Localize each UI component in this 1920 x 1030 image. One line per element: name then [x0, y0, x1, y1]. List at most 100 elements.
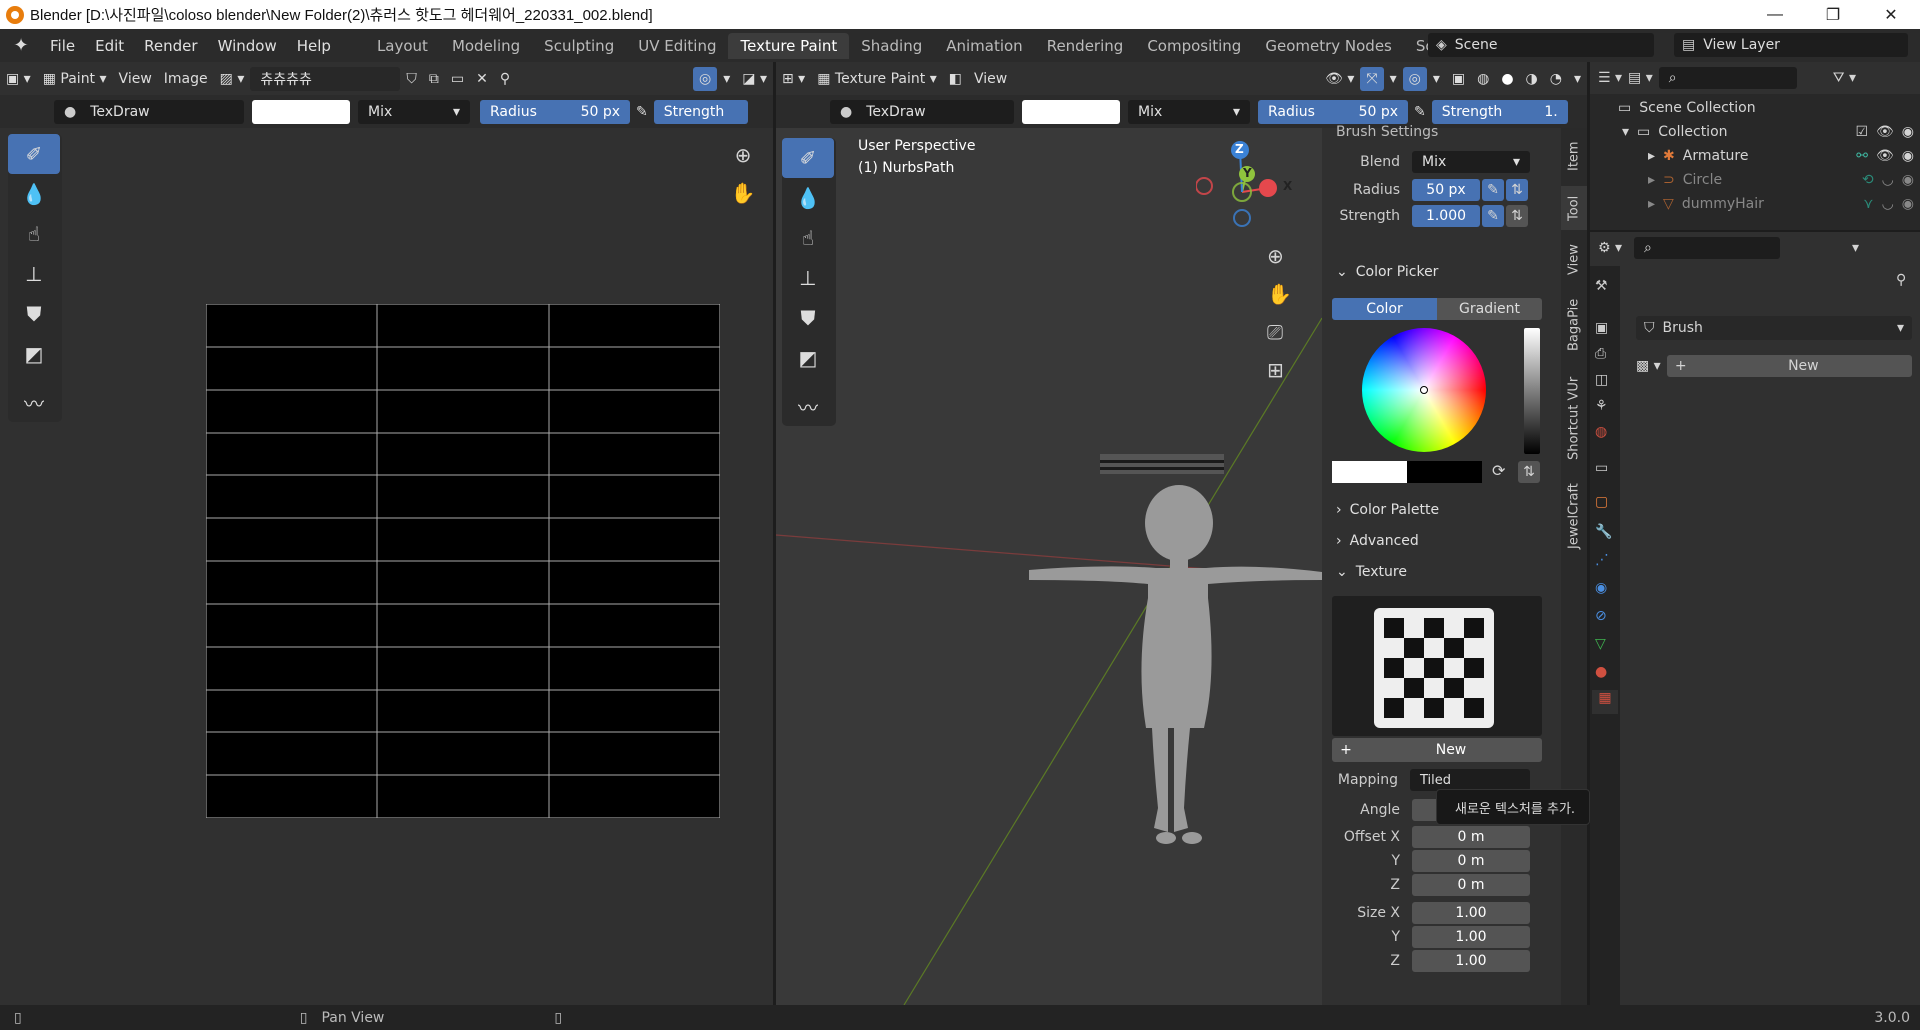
outliner-search-input[interactable]: ⌕: [1658, 67, 1797, 89]
tab-animation[interactable]: Animation: [934, 33, 1034, 59]
texture-tab-icon[interactable]: ▦: [1592, 690, 1618, 714]
texture-image-canvas[interactable]: [206, 304, 720, 818]
navigation-gizmo[interactable]: [1196, 136, 1296, 236]
primary-color-swatch[interactable]: [1332, 461, 1407, 483]
outliner-item-circle[interactable]: ▸ ⊃ Circle ⟲ ◡ ◉: [1648, 172, 1914, 188]
mapping-dropdown[interactable]: Tiled: [1410, 769, 1530, 791]
annotate-tool-icon[interactable]: 〰: [8, 382, 60, 422]
material-shading-icon[interactable]: ◑: [1520, 67, 1544, 91]
scene-collection-row[interactable]: ▭ Scene Collection: [1618, 100, 1756, 116]
shading-dropdown-icon[interactable]: ▾: [1568, 67, 1587, 91]
soften-tool-icon[interactable]: 💧: [8, 174, 60, 214]
tab-compositing[interactable]: Compositing: [1135, 33, 1253, 59]
tool-tab-icon[interactable]: ⚒: [1595, 278, 1608, 294]
viewport-overlay-icon[interactable]: ◎: [1402, 66, 1427, 91]
unlink-image-icon[interactable]: ✕: [470, 67, 494, 91]
brush-selector[interactable]: ⛉ Brush ▾: [1636, 316, 1912, 340]
data-tab-icon[interactable]: ▽: [1595, 636, 1606, 652]
gradient-tab[interactable]: Gradient: [1437, 298, 1542, 320]
value-slider[interactable]: [1524, 328, 1540, 454]
sidebar-tab-shortcut-vur[interactable]: Shortcut VUr: [1561, 368, 1587, 468]
brush-color-swatch[interactable]: [252, 99, 350, 124]
rendered-shading-icon[interactable]: ◔: [1544, 67, 1568, 91]
camera-icon[interactable]: ◉: [1902, 172, 1914, 188]
object-tab-icon[interactable]: ▢: [1595, 494, 1608, 510]
image-browse-icon[interactable]: ▨ ▾: [214, 67, 251, 91]
minimize-button[interactable]: —: [1746, 0, 1804, 29]
texture-preview[interactable]: [1332, 596, 1542, 736]
display-mode-icon[interactable]: ▤ ▾: [1628, 70, 1653, 86]
menu-image[interactable]: Image: [158, 67, 214, 91]
particles-tab-icon[interactable]: ⋰: [1595, 552, 1609, 568]
blend-mode-dropdown[interactable]: Mix ▾: [358, 99, 470, 124]
outliner-item-dummyhair[interactable]: ▸ ▽ dummyHair ⋎ ◡ ◉: [1648, 196, 1914, 212]
pressure-icon[interactable]: ✎: [630, 100, 654, 124]
xray-icon[interactable]: ▣: [1446, 67, 1471, 91]
visibility-icon[interactable]: 👁 ▾: [1319, 67, 1360, 91]
zoom-icon[interactable]: ⊕: [728, 140, 758, 170]
vp-mask-tool-icon[interactable]: ◩: [782, 338, 834, 378]
vp-soften-tool-icon[interactable]: 💧: [782, 178, 834, 218]
camera-icon[interactable]: ◉: [1902, 148, 1914, 164]
npanel-strength-field[interactable]: 1.000: [1412, 205, 1480, 227]
image-name-field[interactable]: 츄츄츄츄: [250, 66, 401, 91]
constraints-tab-icon[interactable]: ⊘: [1595, 608, 1607, 624]
viewport-color-swatch[interactable]: [1022, 99, 1120, 124]
offset-y-field[interactable]: 0 m: [1412, 850, 1530, 872]
filter-icon[interactable]: ⛛ ▾: [1833, 70, 1856, 86]
view-layer-selector[interactable]: ▤ View Layer: [1674, 33, 1908, 57]
paint-mode-dropdown[interactable]: ▦ Paint ▾: [37, 67, 113, 91]
scene-selector[interactable]: ◈ Scene: [1428, 33, 1654, 57]
camera-icon[interactable]: ◉: [1902, 196, 1914, 212]
vp-draw-tool-icon[interactable]: ✐: [782, 138, 834, 178]
outliner-item-armature[interactable]: ▸ ✱ Armature ⚯ 👁 ◉: [1648, 148, 1914, 164]
properties-search-input[interactable]: ⌕: [1634, 237, 1781, 259]
menu-view[interactable]: View: [113, 67, 158, 91]
mask-tool-icon[interactable]: ◩: [8, 334, 60, 374]
menu-help[interactable]: Help: [287, 34, 341, 58]
viewport-pan-icon[interactable]: ✋: [1267, 282, 1292, 306]
color-palette-header[interactable]: › Color Palette: [1322, 498, 1561, 522]
unified-color-icon[interactable]: ⇅: [1518, 461, 1540, 483]
gizmo-dropdown-icon[interactable]: ▾: [1384, 67, 1403, 91]
menu-render[interactable]: Render: [134, 34, 207, 58]
editor-type-icon[interactable]: ▣ ▾: [0, 67, 37, 91]
world-tab-icon[interactable]: ◍: [1595, 424, 1607, 440]
advanced-header[interactable]: › Advanced: [1322, 529, 1561, 553]
sidebar-tab-item[interactable]: Item: [1561, 134, 1587, 178]
secondary-color-swatch[interactable]: [1407, 461, 1482, 483]
fill-tool-icon[interactable]: ⛊: [8, 294, 60, 334]
collection-tab-icon[interactable]: ▭: [1595, 460, 1608, 476]
camera-view-icon[interactable]: ⎚: [1267, 320, 1283, 344]
physics-tab-icon[interactable]: ◉: [1595, 580, 1607, 596]
open-image-icon[interactable]: ▭: [445, 67, 470, 91]
clone-tool-icon[interactable]: ⊥: [8, 254, 60, 294]
mask-toggle-icon[interactable]: ◧: [943, 67, 968, 91]
radius-pressure-icon[interactable]: ✎: [1482, 179, 1504, 201]
sidebar-tab-view[interactable]: View: [1561, 238, 1587, 282]
wireframe-shading-icon[interactable]: ◍: [1471, 67, 1495, 91]
size-y-field[interactable]: 1.00: [1412, 926, 1530, 948]
strength-pressure-icon[interactable]: ✎: [1482, 205, 1504, 227]
fake-user-icon[interactable]: ⛉: [400, 67, 423, 91]
npanel-radius-field[interactable]: 50 px: [1412, 179, 1480, 201]
sidebar-tab-bagapie[interactable]: BagaPie: [1561, 290, 1587, 360]
material-tab-icon[interactable]: ●: [1595, 664, 1607, 680]
overlay-toggle-icon[interactable]: ◎: [693, 66, 718, 91]
viewport-brush-field[interactable]: ● TexDraw: [830, 99, 1014, 124]
solid-shading-icon[interactable]: ●: [1495, 67, 1519, 91]
vp-annotate-tool-icon[interactable]: 〰: [782, 386, 834, 426]
draw-tool-icon[interactable]: ✐: [8, 134, 60, 174]
modifier-tab-icon[interactable]: 🔧: [1595, 524, 1612, 540]
eye-icon[interactable]: 👁: [1876, 124, 1894, 140]
menu-edit[interactable]: Edit: [85, 34, 134, 58]
pan-hand-icon[interactable]: ✋: [728, 178, 758, 208]
3d-viewport[interactable]: User Perspective (1) NurbsPath ✐ 💧 ☝ ⊥ ⛊…: [776, 128, 1322, 1005]
tab-rendering[interactable]: Rendering: [1035, 33, 1136, 59]
render-tab-icon[interactable]: ▣: [1595, 320, 1608, 336]
eye-icon[interactable]: 👁: [1876, 148, 1894, 164]
new-texture-button[interactable]: + New: [1332, 738, 1542, 762]
sidebar-tab-jewelcraft[interactable]: JewelCraft: [1561, 476, 1587, 556]
brush-settings-header[interactable]: Brush Settings: [1322, 120, 1561, 144]
properties-options-icon[interactable]: ▾: [1852, 240, 1859, 256]
